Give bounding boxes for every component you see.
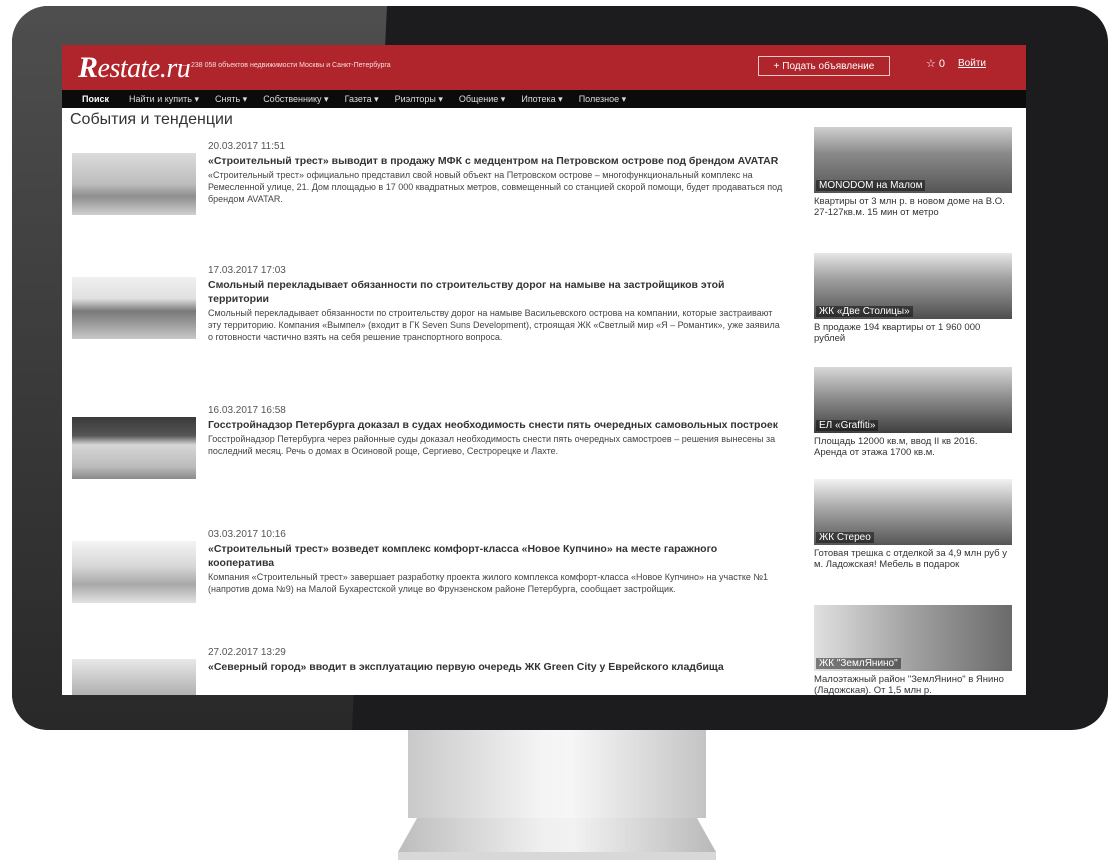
login-link[interactable]: Войти bbox=[958, 58, 986, 69]
news-thumbnail[interactable] bbox=[72, 153, 196, 215]
nav-item-community[interactable]: Общение ▾ bbox=[451, 94, 514, 105]
page-title: События и тенденции bbox=[70, 111, 233, 128]
nav-item-realtors[interactable]: Риэлторы ▾ bbox=[387, 94, 451, 105]
news-thumbnail[interactable] bbox=[72, 541, 196, 603]
news-summary: «Строительный трест» официально представ… bbox=[208, 170, 783, 204]
promo-card[interactable]: ЖК Стерео Готовая трешка с отделкой за 4… bbox=[814, 479, 1012, 570]
promo-image[interactable]: ЕЛ «Graffiti» bbox=[814, 367, 1012, 433]
main-nav: Поиск Найти и купить ▾ Снять ▾ Собственн… bbox=[62, 90, 1026, 108]
nav-item-useful[interactable]: Полезное ▾ bbox=[571, 94, 634, 105]
news-date: 16.03.2017 16:58 bbox=[208, 405, 286, 416]
promo-text[interactable]: В продаже 194 квартиры от 1 960 000 рубл… bbox=[814, 322, 1010, 344]
news-thumbnail[interactable] bbox=[72, 277, 196, 339]
news-headline[interactable]: Смольный перекладывает обязанности по ст… bbox=[208, 278, 784, 306]
promo-image[interactable]: ЖК «Две Столицы» bbox=[814, 253, 1012, 319]
promo-caption: MONODOM на Малом bbox=[816, 180, 926, 191]
browser-screen: Restate.ru — 238 058 объектов недвижимос… bbox=[62, 45, 1026, 695]
promo-card[interactable]: ЖК "ЗемлЯнино" Малоэтажный район "ЗемлЯн… bbox=[814, 605, 1012, 695]
site-logo[interactable]: Restate.ru bbox=[78, 51, 191, 85]
nav-item-mortgage[interactable]: Ипотека ▾ bbox=[513, 94, 570, 105]
site-header: Restate.ru — 238 058 объектов недвижимос… bbox=[62, 45, 1026, 90]
monitor-stand-base-edge bbox=[398, 852, 716, 860]
monitor-stand-neck bbox=[408, 730, 706, 818]
promo-text[interactable]: Площадь 12000 кв.м, ввод II кв 2016. Аре… bbox=[814, 436, 1010, 458]
promo-card[interactable]: ЖК «Две Столицы» В продаже 194 квартиры … bbox=[814, 253, 1012, 344]
nav-item-newspaper[interactable]: Газета ▾ bbox=[337, 94, 387, 105]
logo-mark: R bbox=[78, 51, 98, 84]
news-headline[interactable]: «Строительный трест» выводит в продажу М… bbox=[208, 154, 784, 168]
promo-caption: ЖК Стерео bbox=[816, 532, 874, 543]
news-headline[interactable]: «Строительный трест» возведет комплекс к… bbox=[208, 542, 784, 570]
news-date: 27.02.2017 13:29 bbox=[208, 647, 286, 658]
nav-item-search[interactable]: Поиск bbox=[62, 94, 121, 104]
promo-caption: ЖК "ЗемлЯнино" bbox=[816, 658, 901, 669]
promo-image[interactable]: ЖК "ЗемлЯнино" bbox=[814, 605, 1012, 671]
favorites-star-icon[interactable]: ☆ 0 bbox=[926, 57, 945, 70]
promo-image[interactable]: MONODOM на Малом bbox=[814, 127, 1012, 193]
promo-caption: ЕЛ «Graffiti» bbox=[816, 420, 879, 431]
news-summary: Смольный перекладывает обязанности по ст… bbox=[208, 308, 780, 342]
news-summary: Госстройнадзор Петербурга через районные… bbox=[208, 434, 776, 456]
promo-image[interactable]: ЖК Стерео bbox=[814, 479, 1012, 545]
nav-item-buy[interactable]: Найти и купить ▾ bbox=[121, 94, 207, 105]
news-date: 17.03.2017 17:03 bbox=[208, 265, 286, 276]
news-headline[interactable]: Госстройнадзор Петербурга доказал в суда… bbox=[208, 418, 784, 432]
news-summary: Компания «Строительный трест» завершает … bbox=[208, 572, 769, 594]
promo-text[interactable]: Квартиры от 3 млн р. в новом доме на В.О… bbox=[814, 196, 1010, 218]
news-date: 20.03.2017 11:51 bbox=[208, 141, 286, 152]
promo-text[interactable]: Малоэтажный район "ЗемлЯнино" в Янино (Л… bbox=[814, 674, 1010, 695]
post-listing-button[interactable]: + Подать объявление bbox=[758, 56, 890, 76]
news-headline[interactable]: «Северный город» вводит в эксплуатацию п… bbox=[208, 660, 784, 674]
promo-caption: ЖК «Две Столицы» bbox=[816, 306, 913, 317]
promo-text[interactable]: Готовая трешка с отделкой за 4,9 млн руб… bbox=[814, 548, 1010, 570]
nav-item-owner[interactable]: Собственнику ▾ bbox=[255, 94, 336, 105]
logo-text: estate.ru bbox=[97, 53, 191, 84]
site-tagline: — 238 058 объектов недвижимости Москвы и… bbox=[182, 62, 391, 69]
news-thumbnail[interactable] bbox=[72, 659, 196, 695]
news-thumbnail[interactable] bbox=[72, 417, 196, 479]
nav-item-rent[interactable]: Снять ▾ bbox=[207, 94, 255, 105]
news-date: 03.03.2017 10:16 bbox=[208, 529, 286, 540]
promo-card[interactable]: MONODOM на Малом Квартиры от 3 млн р. в … bbox=[814, 127, 1012, 218]
monitor-stand-base bbox=[398, 818, 716, 852]
promo-card[interactable]: ЕЛ «Graffiti» Площадь 12000 кв.м, ввод I… bbox=[814, 367, 1012, 458]
